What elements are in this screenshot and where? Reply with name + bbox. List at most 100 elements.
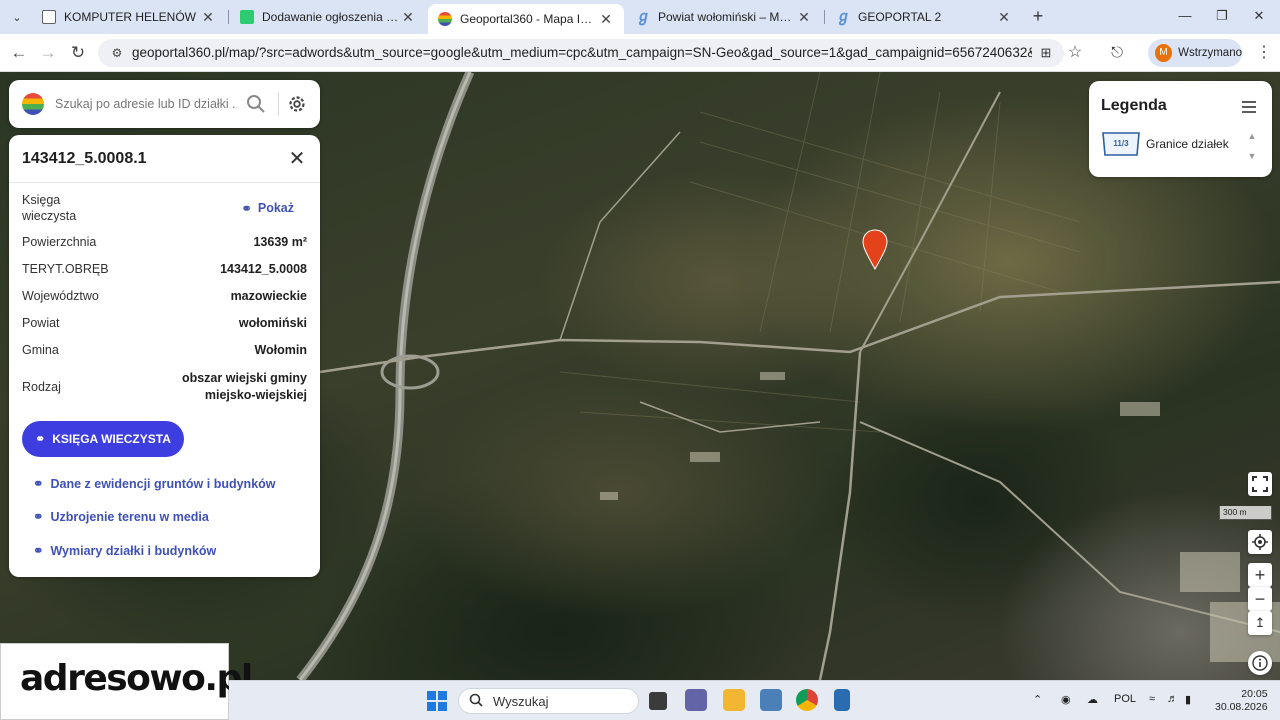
zoom-in-icon[interactable]: + xyxy=(1248,563,1272,587)
browser-toolbar: ← → ↻ ⚙ geoportal360.pl/map/?src=adwords… xyxy=(0,34,1280,72)
row-value: wołomiński xyxy=(238,316,307,330)
row-value: Wołomin xyxy=(254,343,307,357)
legend-menu-icon[interactable] xyxy=(1240,97,1258,115)
link-icon: ⚭ xyxy=(33,544,44,558)
profile-status: Wstrzymano xyxy=(1178,47,1242,59)
row-label: Powiat xyxy=(22,316,60,330)
browser-menu-icon[interactable]: ⋮ xyxy=(1256,43,1272,63)
volume-icon[interactable]: ♬ xyxy=(1167,693,1178,705)
scroll-down-icon[interactable]: ▼ xyxy=(1247,151,1257,161)
row-value: obszar wiejski gminy miejsko-wiejskiej xyxy=(181,371,307,402)
adresowo-logo-text: adresowo.pl xyxy=(20,658,253,699)
link-uzbrojenie-terenu[interactable]: ⚭ Uzbrojenie terenu w media xyxy=(33,509,209,525)
minimize-icon[interactable]: — xyxy=(1170,6,1200,26)
legend-item-label: Granice działek xyxy=(1146,137,1229,151)
taskbar-search-label: Wyszukaj xyxy=(493,693,549,709)
url-text[interactable]: geoportal360.pl/map/?src=adwords&utm_sou… xyxy=(132,45,1032,60)
tab-powiat-wolominski[interactable]: ℊ Powiat wołomiński – Mapy - GEOPORTAL ✕ xyxy=(626,0,822,34)
window-close-icon[interactable]: ✕ xyxy=(1244,6,1274,26)
taskbar-search[interactable]: Wyszukaj xyxy=(458,688,639,714)
row-wojewodztwo: Województwo mazowieckie xyxy=(22,287,307,305)
close-tab-icon[interactable]: ✕ xyxy=(200,9,216,26)
close-tab-icon[interactable]: ✕ xyxy=(796,9,812,26)
tab-search-menu-icon[interactable]: ⌄ xyxy=(8,8,26,26)
bookmark-star-icon[interactable]: ☆ xyxy=(1064,42,1086,64)
row-label: TERYT.OBRĘB xyxy=(22,262,109,276)
extensions-icon[interactable]: ⎋ xyxy=(1106,42,1128,64)
ksiega-wieczysta-button[interactable]: ⚭ KSIĘGA WIECZYSTA xyxy=(22,421,184,457)
tab-geoportal360[interactable]: Geoportal360 - Mapa Interaktywna ✕ xyxy=(428,4,624,34)
photos-icon[interactable] xyxy=(760,689,782,711)
close-tab-icon[interactable]: ✕ xyxy=(996,9,1012,26)
tab-strip: ⌄ KOMPUTER HELENÓW ✕ Dodawanie ogłoszeni… xyxy=(0,0,1280,34)
language-indicator[interactable]: POL xyxy=(1114,693,1136,705)
search-icon xyxy=(469,693,483,710)
windows-taskbar: Wyszukaj ⌃ ◉ ☁ POL ≈ ♬ ▮ 20:05 30.08.202… xyxy=(229,680,1280,720)
back-icon[interactable]: ← xyxy=(8,42,30,64)
teams-icon[interactable] xyxy=(685,689,707,711)
row-ksiega-wieczysta: Księga wieczysta ⚭ Pokaż xyxy=(22,191,307,225)
new-tab-icon[interactable]: + xyxy=(1028,6,1048,26)
my-location-icon[interactable] xyxy=(1248,530,1272,554)
row-label: Księga wieczysta xyxy=(22,193,77,223)
fullscreen-icon[interactable] xyxy=(1248,472,1272,496)
search-input[interactable] xyxy=(53,94,239,114)
close-tab-icon[interactable]: ✕ xyxy=(598,11,614,28)
task-view-icon[interactable] xyxy=(649,692,667,710)
row-gmina: Gmina Wołomin xyxy=(22,341,307,359)
tab-komputer-helenow[interactable]: KOMPUTER HELENÓW ✕ xyxy=(32,0,226,34)
search-icon[interactable] xyxy=(246,94,266,114)
row-label: Rodzaj xyxy=(22,380,61,394)
info-icon[interactable] xyxy=(1248,651,1272,675)
address-bar[interactable]: ⚙ geoportal360.pl/map/?src=adwords&utm_s… xyxy=(98,39,1064,67)
link-wymiary-dzialki[interactable]: ⚭ Wymiary działki i budynków xyxy=(33,543,217,559)
tab-title: GEOPORTAL 2 xyxy=(858,10,942,24)
calculator-icon[interactable] xyxy=(834,689,850,711)
gear-icon[interactable] xyxy=(287,94,307,114)
tab-geoportal-2[interactable]: ℊ GEOPORTAL 2 ✕ xyxy=(826,0,1022,34)
compass-reset-icon[interactable]: ↥ xyxy=(1248,611,1272,635)
site-info-icon[interactable]: ⚙ xyxy=(108,44,126,62)
wifi-icon[interactable]: ≈ xyxy=(1149,693,1155,705)
ksiega-wieczysta-button-label: KSIĘGA WIECZYSTA xyxy=(52,432,171,446)
location-marker-icon[interactable] xyxy=(862,229,888,271)
reload-icon[interactable]: ↻ xyxy=(67,42,89,64)
zoom-out-icon[interactable]: − xyxy=(1248,587,1272,611)
show-kw-link[interactable]: ⚭ Pokaż xyxy=(241,201,294,216)
row-value: 143412_5.0008 xyxy=(220,262,307,276)
battery-icon[interactable]: ▮ xyxy=(1185,693,1191,706)
parcel-info-panel: 143412_5.0008.1 ✕ Księga wieczysta ⚭ Pok… xyxy=(9,135,320,577)
geoportal360-logo-icon xyxy=(22,93,44,115)
scroll-up-icon[interactable]: ▲ xyxy=(1247,131,1257,141)
tray-overflow-icon[interactable]: ⌃ xyxy=(1033,693,1042,706)
row-rodzaj: Rodzaj obszar wiejski gminy miejsko-wiej… xyxy=(22,369,307,405)
link-label: Dane z ewidencji gruntów i budynków xyxy=(50,476,276,491)
avatar: M xyxy=(1155,44,1173,62)
geoportal360-icon xyxy=(438,12,452,26)
file-explorer-icon[interactable] xyxy=(723,689,745,711)
tray-cloud-icon[interactable]: ☁ xyxy=(1087,693,1098,706)
link-label: Uzbrojenie terenu w media xyxy=(50,509,209,524)
tab-otodom[interactable]: Dodawanie ogłoszenia | Otodom ✕ xyxy=(230,0,426,34)
legend-symbol-label: 11/3 xyxy=(1113,139,1129,148)
link-label: Wymiary działki i budynków xyxy=(50,543,217,558)
row-powierzchnia: Powierzchnia 13639 m² xyxy=(22,233,307,251)
close-tab-icon[interactable]: ✕ xyxy=(400,9,416,26)
row-value: 13639 m² xyxy=(253,235,307,249)
chrome-icon[interactable] xyxy=(796,689,818,711)
legend-title: Legenda xyxy=(1101,97,1167,114)
install-app-icon[interactable]: ⊞ xyxy=(1036,43,1056,63)
legend-panel: Legenda 11/3 Granice działek ▲ ▼ xyxy=(1089,81,1272,177)
restore-icon[interactable]: ❐ xyxy=(1207,6,1237,26)
profile-button[interactable]: M Wstrzymano xyxy=(1148,39,1242,67)
tab-title: Geoportal360 - Mapa Interaktywna xyxy=(460,12,598,26)
system-clock[interactable]: 20:05 30.08.2026 xyxy=(1215,688,1268,714)
link-ewidencja-gruntow[interactable]: ⚭ Dane z ewidencji gruntów i budynków xyxy=(33,476,276,492)
forward-icon[interactable]: → xyxy=(37,42,59,64)
geoportal-icon: ℊ xyxy=(636,8,652,25)
windows-start-icon[interactable] xyxy=(427,691,447,711)
close-icon[interactable]: ✕ xyxy=(287,149,307,169)
adresowo-logo: adresowo.pl xyxy=(0,643,253,720)
row-label: Gmina xyxy=(22,343,59,357)
tray-app-icon[interactable]: ◉ xyxy=(1061,693,1071,706)
